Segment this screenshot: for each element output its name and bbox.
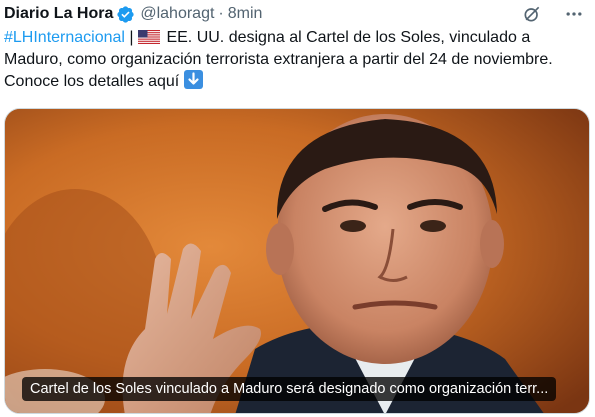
text-separator: | (124, 29, 139, 46)
us-flag-emoji (138, 29, 161, 44)
author-name[interactable]: Diario La Hora (4, 5, 113, 23)
author-handle[interactable]: @lahoragt (140, 5, 214, 23)
grok-icon[interactable] (521, 3, 543, 25)
tweet-text: #LHInternacional | EE. UU. designa al Ca… (4, 27, 591, 93)
tweet-media-image[interactable]: Cartel de los Soles vinculado a Maduro s… (4, 108, 590, 414)
tweet-header: Diario La Hora @lahoragt · 8min (4, 2, 591, 26)
down-arrow-emoji (183, 70, 203, 89)
hashtag-link[interactable]: #LHInternacional (4, 29, 125, 46)
more-options-icon[interactable] (563, 3, 585, 25)
header-actions (521, 2, 585, 26)
verified-badge-icon[interactable] (116, 5, 135, 24)
separator-dot: · (218, 5, 224, 22)
media-caption: Cartel de los Soles vinculado a Maduro s… (22, 377, 557, 401)
timestamp[interactable]: 8min (228, 5, 263, 23)
